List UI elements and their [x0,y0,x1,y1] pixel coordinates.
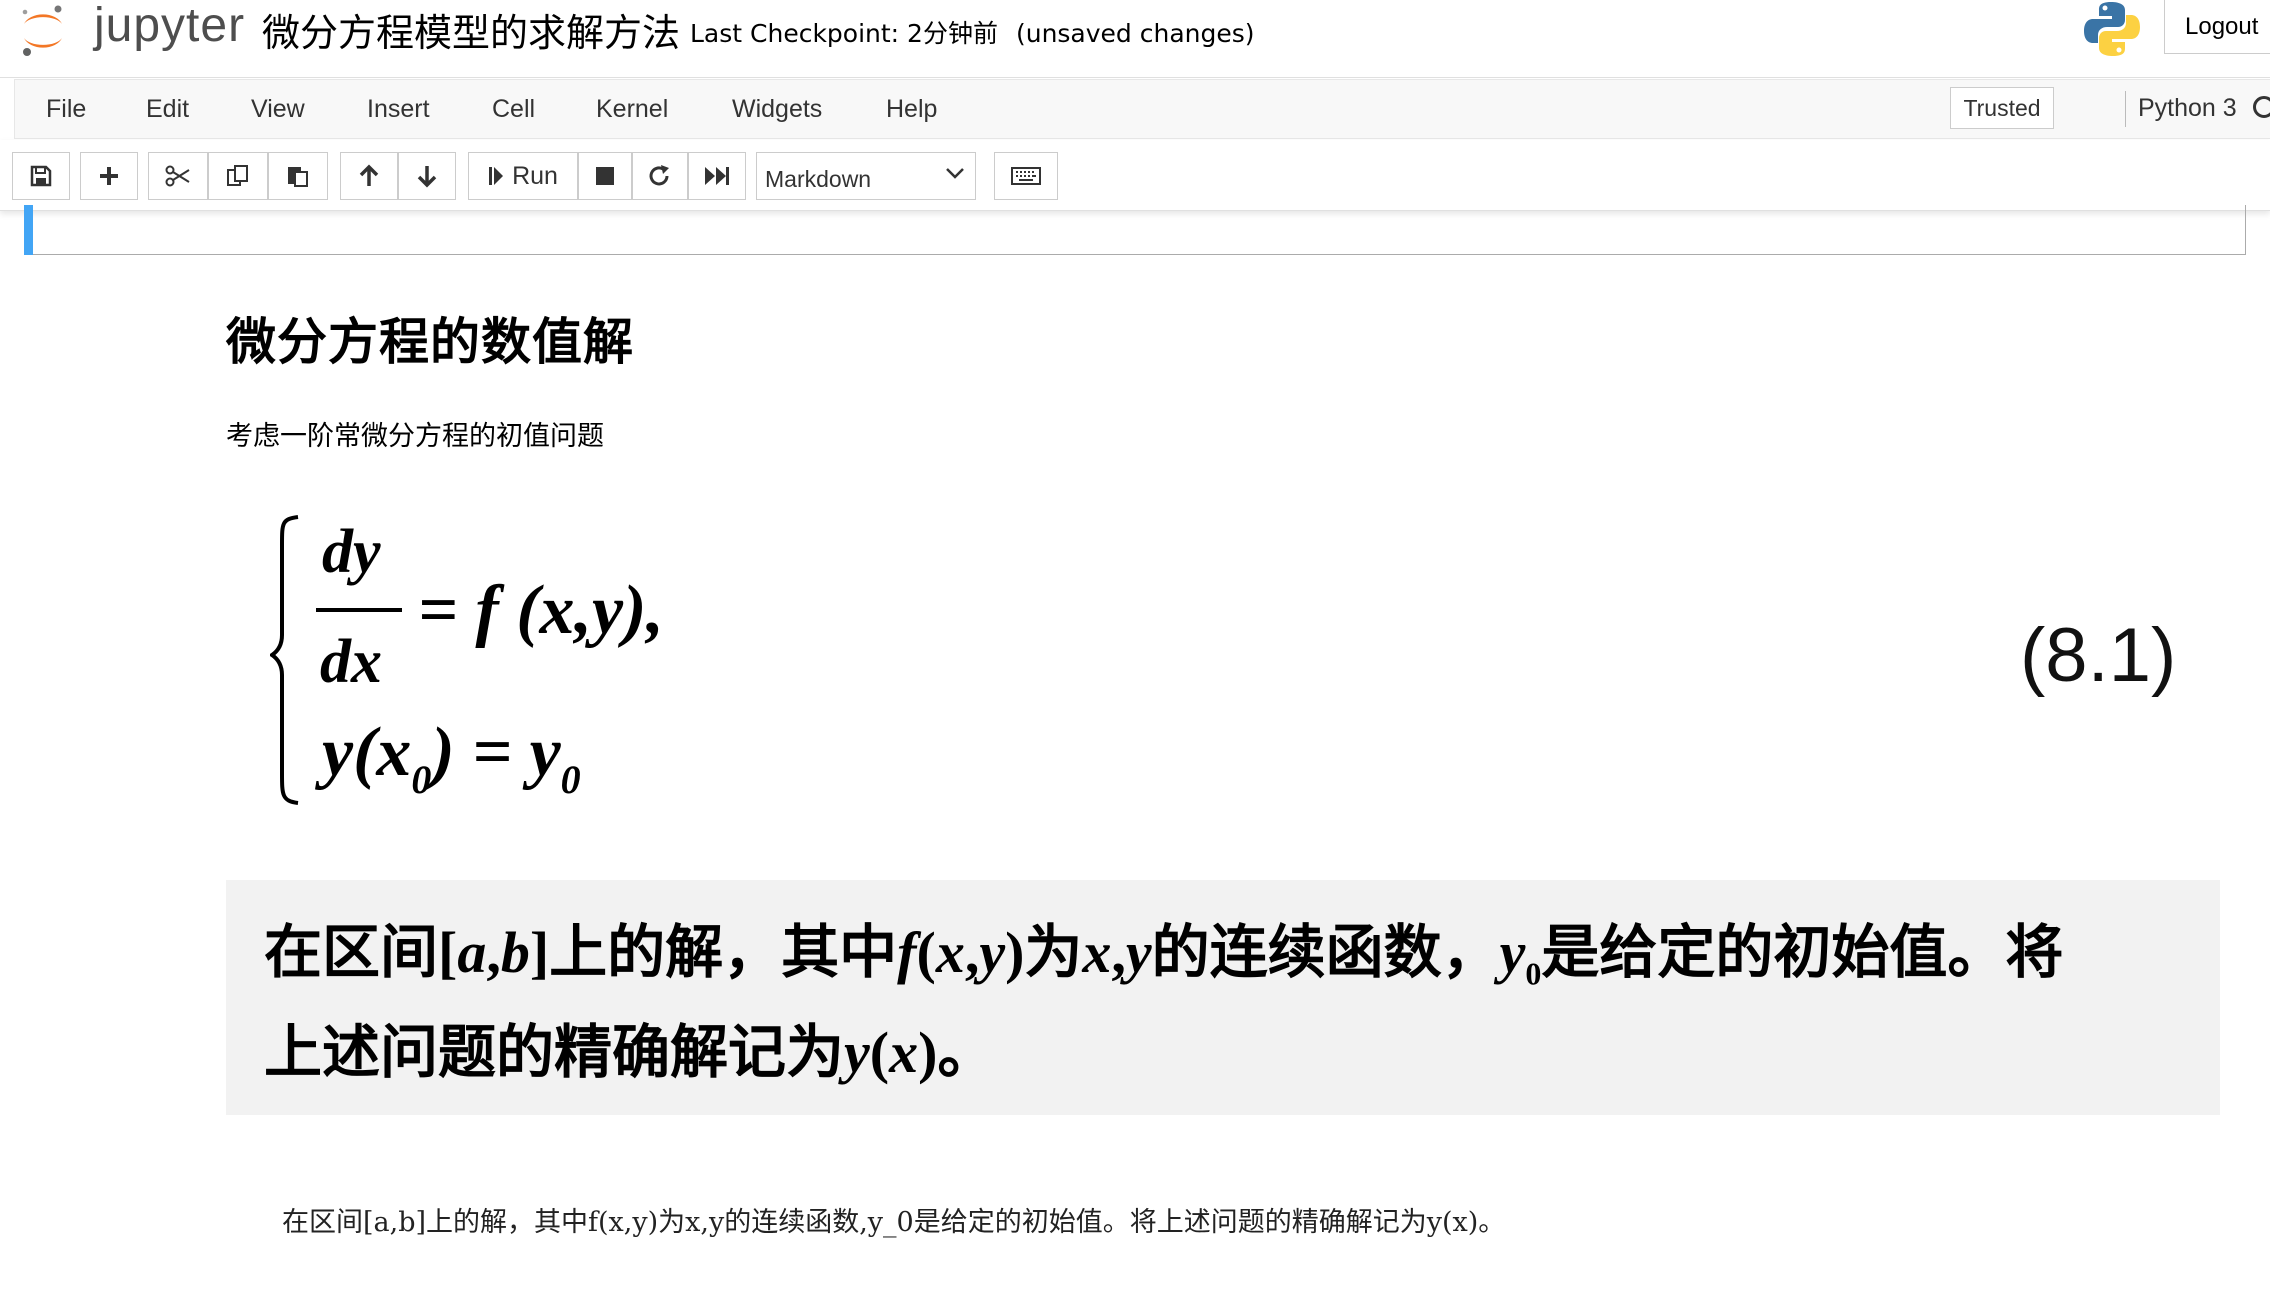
image-text-line-1: 在区间[a,b]上的解，其中f(x,y)为x,y的连续函数，y0是给定的初始值。… [264,920,2064,992]
equation-rhs-1: = f (x,y), [418,572,664,649]
save-icon [30,165,52,187]
text-image: 在区间[a,b]上的解，其中f(x,y)为x,y的连续函数，y0是给定的初始值。… [226,880,2220,1115]
plus-icon [100,167,118,185]
image-text-line-2: 上述问题的精确解记为y(x)。 [264,1020,996,1085]
cell-type-select[interactable]: Markdown [756,152,976,200]
chevron-down-icon [946,168,964,179]
jupyter-logo-icon [22,5,62,56]
menu-cell[interactable]: Cell [492,95,535,124]
menu-widgets[interactable]: Widgets [732,95,822,124]
cut-button[interactable] [148,152,208,200]
copy-icon [227,165,248,186]
stop-icon [596,167,614,185]
run-button[interactable]: Run [468,152,578,200]
menu-help[interactable]: Help [886,95,937,124]
notebook-title[interactable]: 微分方程模型的求解方法 [262,2,680,57]
move-up-button[interactable] [340,152,398,200]
restart-run-all-button[interactable] [688,152,746,200]
arrow-up-icon [359,164,379,186]
trusted-indicator[interactable]: Trusted [1950,87,2054,129]
notebook-header: jupyter 微分方程模型的求解方法 Last Checkpoint: 2分钟… [0,0,2270,78]
logout-button[interactable]: Logout [2164,0,2270,54]
restart-icon [649,165,669,186]
equation-number: (8.1) [2020,613,2177,698]
paste-icon [288,167,308,187]
jupyter-logo[interactable]: jupyter [18,0,246,60]
jupyter-wordmark: jupyter [94,0,246,52]
run-label: Run [512,161,558,190]
command-palette-button[interactable] [994,152,1058,200]
insert-cell-button[interactable] [80,152,138,200]
menu-insert[interactable]: Insert [367,95,430,124]
menu-kernel[interactable]: Kernel [596,95,668,124]
save-button[interactable] [12,152,70,200]
kernel-name[interactable]: Python 3 [2138,94,2237,123]
equation-line-2: y(x0) = y0 [315,714,581,802]
paste-button[interactable] [268,152,328,200]
arrow-down-icon [417,166,437,188]
kernel-divider [2125,91,2126,127]
scissors-icon [165,165,190,187]
section-heading: 微分方程的数值解 [226,313,634,371]
equation-image: dy dx = f (x,y), y(x0) = y0 [270,515,664,805]
markdown-paragraph: 在区间[a,b]上的解，其中f(x,y)为x,y的连续函数,y_0是给定的初始值… [282,1207,1506,1238]
interrupt-button[interactable] [578,152,632,200]
menu-view[interactable]: View [251,95,305,124]
frac-numerator: dy [322,518,381,586]
python-logo-icon [2082,0,2142,58]
left-brace [270,515,299,805]
save-status: (unsaved changes) [1015,19,1255,48]
checkpoint-label: Last Checkpoint: 2分钟前 [690,19,998,48]
previous-cell[interactable] [24,205,2246,255]
menu-file[interactable]: File [46,95,86,124]
step-forward-icon [489,167,504,185]
fraction-line [316,608,402,612]
menubar: File Edit View Insert Cell Kernel Widget… [14,79,2270,139]
restart-button[interactable] [632,152,688,200]
frac-denominator: dx [320,628,382,696]
keyboard-icon [1011,167,1041,185]
menu-edit[interactable]: Edit [146,95,189,124]
intro-text: 考虑一阶常微分方程的初值问题 [226,421,604,452]
selected-cell-indicator [24,205,33,255]
kernel-idle-icon [2253,96,2270,118]
move-down-button[interactable] [398,152,456,200]
copy-button[interactable] [208,152,268,200]
fast-forward-icon [705,167,729,185]
checkpoint-status: Last Checkpoint: 2分钟前 (unsaved changes) [690,14,1255,50]
